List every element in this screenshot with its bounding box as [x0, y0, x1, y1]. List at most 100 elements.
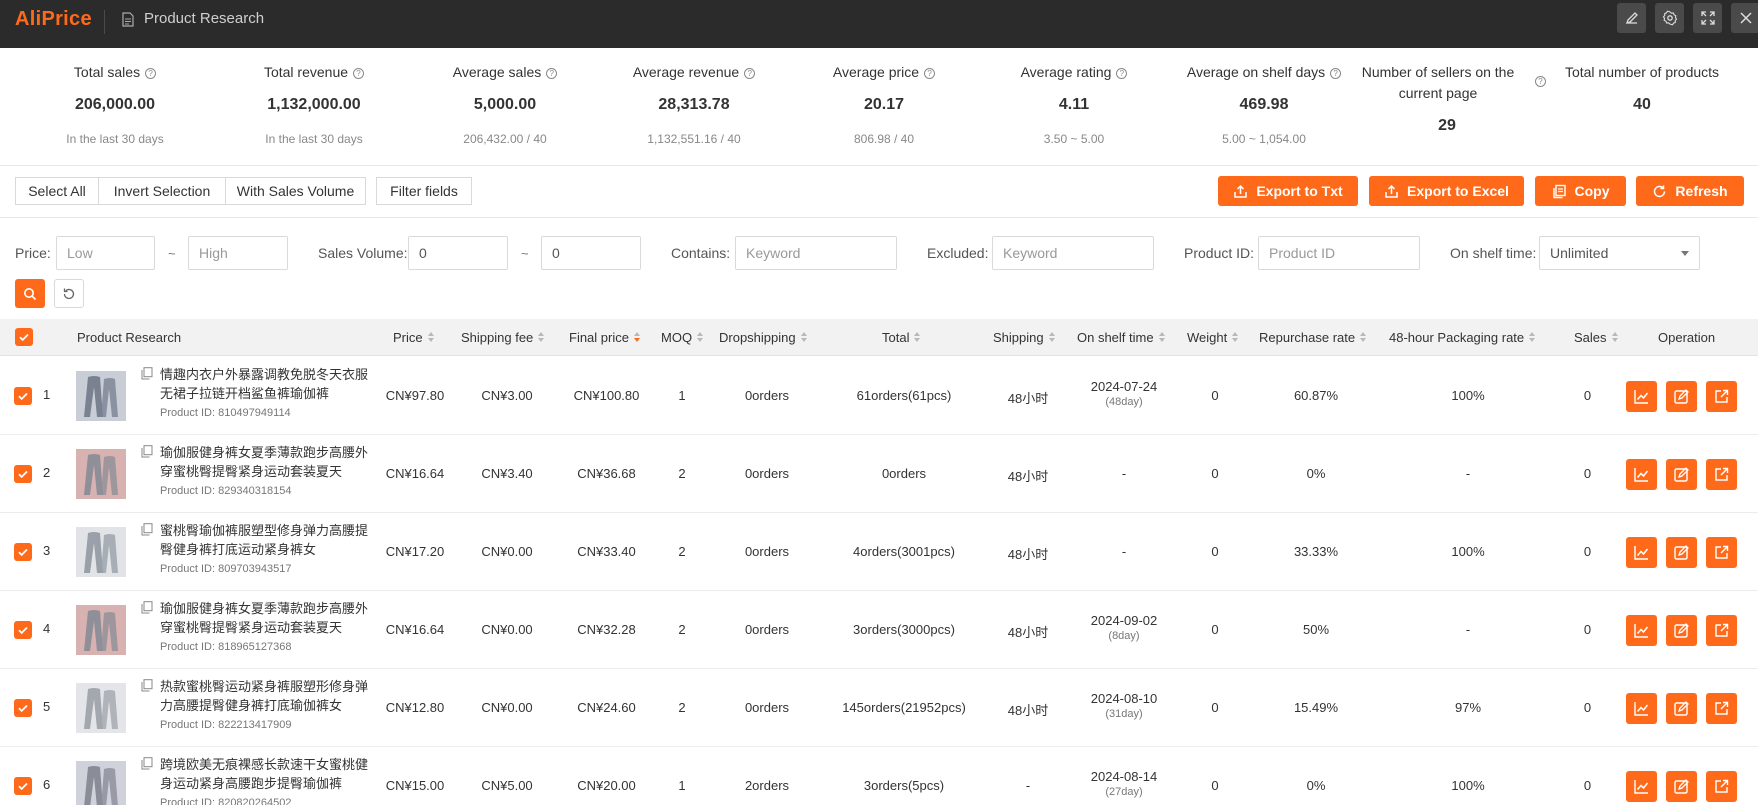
- product-id: Product ID: 818965127368: [160, 641, 292, 653]
- dropshipping-cell: 0orders: [744, 622, 790, 637]
- weight-cell: 0: [1211, 388, 1219, 403]
- open-external-icon: [1715, 779, 1729, 793]
- select-all-button[interactable]: Select All: [15, 177, 99, 205]
- fullscreen-button[interactable]: [1693, 3, 1722, 33]
- stat-label: Total number of products: [1564, 64, 1720, 80]
- product-thumbnail[interactable]: [76, 371, 126, 421]
- edit-listing-button[interactable]: [1666, 381, 1697, 412]
- shipping-fee-cell: CN¥0.00: [481, 544, 533, 559]
- product-title[interactable]: 跨境欧美无痕裸感长款速干女蜜桃健身运动紧身高腰跑步提臀瑜伽裤: [160, 755, 370, 793]
- edit-listing-button[interactable]: [1666, 459, 1697, 490]
- product-title[interactable]: 情趣内衣户外暴露调教免脱冬天衣服无裙子拉链开档鲨鱼裤瑜伽裤: [160, 365, 370, 403]
- export-txt-button[interactable]: Export to Txt: [1218, 176, 1358, 206]
- product-thumbnail[interactable]: [76, 527, 126, 577]
- help-icon[interactable]: ?: [353, 68, 365, 79]
- weight-cell: 0: [1211, 622, 1219, 637]
- contains-input[interactable]: Keyword: [735, 236, 897, 270]
- edit-listing-button[interactable]: [1666, 615, 1697, 646]
- product-title[interactable]: 蜜桃臀瑜伽裤服塑型修身弹力高腰提臀健身裤打底运动紧身裤女: [160, 521, 370, 559]
- stat-label: Average revenue: [632, 64, 740, 80]
- copy-title-icon[interactable]: [141, 757, 153, 770]
- open-product-button[interactable]: [1706, 771, 1737, 802]
- stat-value: 20.17: [863, 96, 905, 113]
- open-external-icon: [1715, 467, 1729, 481]
- open-product-button[interactable]: [1706, 459, 1737, 490]
- col-repurchase-rate[interactable]: Repurchase rate: [1259, 319, 1367, 356]
- edit-listing-button[interactable]: [1666, 537, 1697, 568]
- col-dropshipping[interactable]: Dropshipping: [719, 319, 808, 356]
- excluded-input[interactable]: Keyword: [992, 236, 1154, 270]
- col-shipping-fee[interactable]: Shipping fee: [461, 319, 545, 356]
- product-id-input[interactable]: Product ID: [1258, 236, 1420, 270]
- reset-button[interactable]: [54, 279, 84, 308]
- open-product-button[interactable]: [1706, 381, 1737, 412]
- export-excel-button[interactable]: Export to Excel: [1369, 176, 1524, 206]
- select-all-checkbox[interactable]: [15, 328, 33, 346]
- open-product-button[interactable]: [1706, 693, 1737, 724]
- edit-listing-button[interactable]: [1666, 693, 1697, 724]
- row-checkbox[interactable]: [14, 387, 32, 405]
- refresh-button[interactable]: Refresh: [1636, 176, 1744, 206]
- row-number: 5: [43, 699, 51, 714]
- copy-title-icon[interactable]: [141, 679, 153, 692]
- refresh-label: Refresh: [1675, 183, 1728, 199]
- col-weight[interactable]: Weight: [1187, 319, 1239, 356]
- invert-selection-button[interactable]: Invert Selection: [98, 177, 226, 205]
- col-dropshipping-label: Dropshipping: [719, 330, 796, 345]
- close-button[interactable]: [1731, 3, 1758, 33]
- col-shipping[interactable]: Shipping: [993, 319, 1056, 356]
- product-title[interactable]: 热款蜜桃臀运动紧身裤服塑形修身弹力高腰提臀健身裤打底瑜伽裤女: [160, 677, 370, 715]
- on-shelf-time-select[interactable]: Unlimited: [1539, 236, 1700, 270]
- trend-chart-button[interactable]: [1626, 693, 1657, 724]
- with-sales-volume-button[interactable]: With Sales Volume: [225, 177, 366, 205]
- help-icon[interactable]: ?: [546, 68, 558, 79]
- search-icon: [24, 287, 37, 300]
- price-high-input[interactable]: High: [188, 236, 288, 270]
- copy-button[interactable]: Copy: [1535, 176, 1626, 206]
- col-sales[interactable]: Sales: [1574, 319, 1619, 356]
- row-checkbox[interactable]: [14, 543, 32, 561]
- product-thumbnail[interactable]: [76, 605, 126, 655]
- col-total[interactable]: Total: [882, 319, 921, 356]
- product-thumbnail[interactable]: [76, 761, 126, 805]
- col-final-price[interactable]: Final price: [569, 319, 641, 356]
- col-moq[interactable]: MOQ: [661, 319, 704, 356]
- row-checkbox[interactable]: [14, 465, 32, 483]
- product-thumbnail[interactable]: [76, 449, 126, 499]
- help-icon[interactable]: ?: [145, 68, 157, 79]
- trend-chart-button[interactable]: [1626, 771, 1657, 802]
- copy-title-icon[interactable]: [141, 601, 153, 614]
- copy-title-icon[interactable]: [141, 523, 153, 536]
- filter-fields-button[interactable]: Filter fields: [376, 177, 472, 205]
- col-packaging-rate[interactable]: 48-hour Packaging rate: [1389, 319, 1536, 356]
- sales-max-input[interactable]: 0: [541, 236, 641, 270]
- row-checkbox[interactable]: [14, 699, 32, 717]
- product-thumbnail[interactable]: [76, 683, 126, 733]
- edit-button[interactable]: [1617, 3, 1646, 33]
- help-icon[interactable]: ?: [744, 68, 756, 79]
- trend-chart-button[interactable]: [1626, 615, 1657, 646]
- copy-title-icon[interactable]: [141, 445, 153, 458]
- edit-listing-button[interactable]: [1666, 771, 1697, 802]
- settings-button[interactable]: [1655, 3, 1684, 33]
- product-title[interactable]: 瑜伽服健身裤女夏季薄款跑步高腰外穿蜜桃臀提臀紧身运动套装夏天: [160, 599, 370, 637]
- sales-min-input[interactable]: 0: [408, 236, 508, 270]
- trend-chart-button[interactable]: [1626, 537, 1657, 568]
- help-icon[interactable]: ?: [1116, 68, 1128, 79]
- product-title[interactable]: 瑜伽服健身裤女夏季薄款跑步高腰外穿蜜桃臀提臀紧身运动套装夏天: [160, 443, 370, 481]
- help-icon[interactable]: ?: [924, 68, 936, 79]
- help-icon[interactable]: ?: [1330, 68, 1342, 79]
- row-checkbox[interactable]: [14, 777, 32, 795]
- search-button[interactable]: [15, 279, 45, 308]
- open-product-button[interactable]: [1706, 615, 1737, 646]
- row-checkbox[interactable]: [14, 621, 32, 639]
- product-id: Product ID: 829340318154: [160, 485, 292, 497]
- trend-chart-button[interactable]: [1626, 381, 1657, 412]
- col-on-shelf-time[interactable]: On shelf time: [1077, 319, 1166, 356]
- trend-chart-button[interactable]: [1626, 459, 1657, 490]
- col-price[interactable]: Price: [393, 319, 435, 356]
- open-product-button[interactable]: [1706, 537, 1737, 568]
- price-low-input[interactable]: Low: [56, 236, 155, 270]
- copy-title-icon[interactable]: [141, 367, 153, 380]
- stat-value: 1,132,000.00: [267, 96, 361, 113]
